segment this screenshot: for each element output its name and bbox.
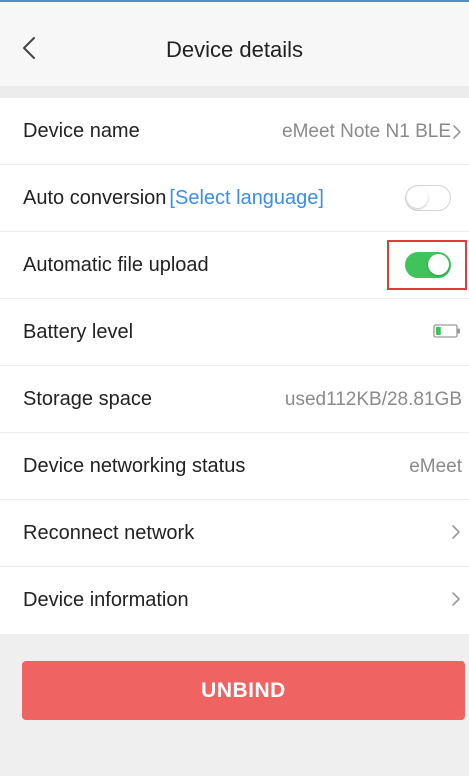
page-title: Device details xyxy=(166,37,303,62)
network-status-value: eMeet xyxy=(409,456,462,477)
device-name-value: eMeet Note N1 BLE xyxy=(282,121,451,142)
network-status-label: Device networking status xyxy=(23,455,246,477)
device-information-row[interactable]: Device information xyxy=(0,567,469,634)
device-name-row[interactable]: Device name eMeet Note N1 BLE xyxy=(0,98,469,165)
battery-icon xyxy=(433,324,461,338)
auto-upload-label: Automatic file upload xyxy=(23,254,209,276)
toggle-knob xyxy=(407,187,428,208)
device-information-label: Device information xyxy=(23,589,189,611)
unbind-button[interactable]: UNBIND xyxy=(22,661,465,720)
auto-conversion-label: Auto conversion xyxy=(23,187,167,209)
network-status-row: Device networking status eMeet xyxy=(0,433,469,500)
auto-conversion-label-wrap: Auto conversion [Select language] xyxy=(23,165,324,232)
toggle-knob xyxy=(428,254,449,275)
auto-upload-toggle[interactable] xyxy=(405,252,451,278)
chevron-right-icon xyxy=(452,124,462,140)
storage-row: Storage space used112KB/28.81GB xyxy=(0,366,469,433)
reconnect-network-label: Reconnect network xyxy=(23,522,195,544)
chevron-right-icon xyxy=(451,591,461,612)
section-gap xyxy=(0,86,469,98)
storage-label: Storage space xyxy=(23,388,152,410)
settings-list: Device name eMeet Note N1 BLE Auto conve… xyxy=(0,98,469,634)
storage-value: used112KB/28.81GB xyxy=(284,389,462,410)
auto-conversion-row: Auto conversion [Select language] xyxy=(0,165,469,232)
device-name-value-wrap: eMeet Note N1 BLE xyxy=(282,98,462,165)
chevron-right-icon xyxy=(451,524,461,545)
select-language-link[interactable]: [Select language] xyxy=(169,187,324,209)
device-name-label: Device name xyxy=(23,120,140,142)
battery-row: Battery level xyxy=(0,299,469,366)
auto-conversion-toggle[interactable] xyxy=(405,185,451,211)
battery-label: Battery level xyxy=(23,321,134,343)
auto-upload-row: Automatic file upload xyxy=(0,232,469,299)
header-bar: Device details xyxy=(0,2,469,86)
reconnect-network-row[interactable]: Reconnect network xyxy=(0,500,469,567)
